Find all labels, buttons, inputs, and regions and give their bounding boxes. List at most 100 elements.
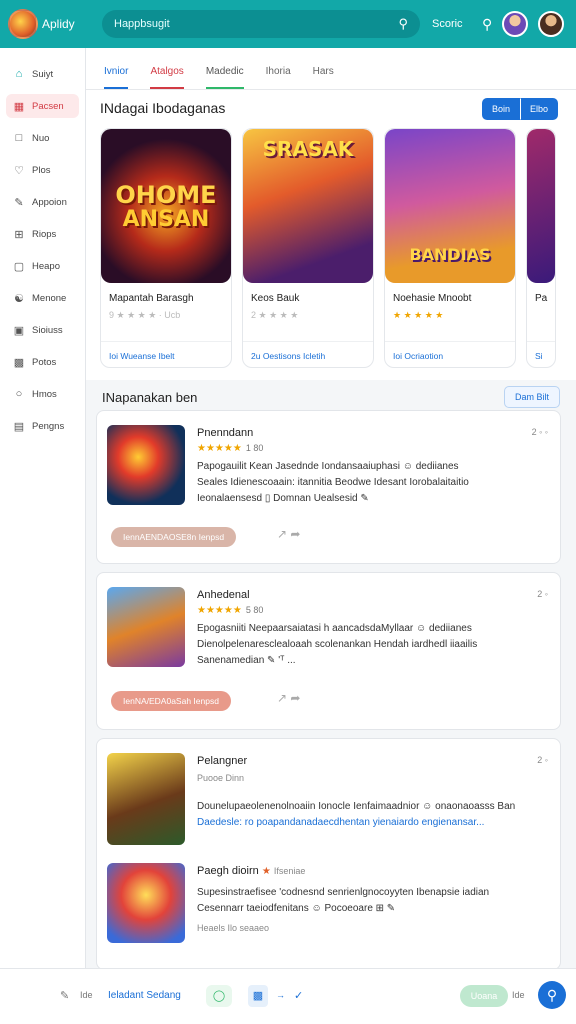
sidebar-item[interactable]: ⊞ Riops [6,222,79,246]
view-toggle: Boin Elbo [481,98,558,120]
review-thumbnail[interactable] [107,753,185,845]
review-line: Dounelupaeolenenolnoaiin Ionocle Ienfaim… [197,801,516,812]
sidebar-item-label: Pacsen [32,100,64,112]
doc-icon: ▤ [13,420,25,433]
bottom-bar: ✎ Ide Ieladant Sedang ◯ ▩ → ✓ Uoana Ide … [0,968,576,1024]
sidebar-item[interactable]: ▤ Pengns [6,414,79,438]
art-title-top: OHOME [115,181,217,209]
search-bar[interactable]: ⚲ [102,10,420,38]
review-line: Cesennarr taeiodfenitans ☺ Pocoeoare ⊞ ✎ [197,903,396,914]
card-footer[interactable]: Ioi Ocriaotion [385,341,515,367]
sidebar-item[interactable]: ▣ Sioiuss [6,318,79,342]
app-logo[interactable] [8,9,38,39]
search-icon[interactable]: ⚲ [482,16,492,33]
tab-4[interactable]: Hars [313,66,334,89]
review-name: Paegh dioirn ★ Ifseniae [197,865,305,877]
sidebar-item[interactable]: ✎ Appoion [6,190,79,214]
avatar[interactable] [538,11,565,37]
more-icon[interactable]: 2 ◦ [537,589,548,599]
review-subtitle: Puooe Dinn [197,773,245,783]
compose-button[interactable]: ⚲ [538,981,566,1009]
game-card[interactable]: SRASAK Keos Bauk 2 ★ ★ ★ ★ 2u Oestisons … [242,128,374,368]
card-footer[interactable]: 2u Oestisons Icletih [243,341,373,367]
game-card[interactable]: BANDIAS Noehasie Mnoobt ★ ★ ★ ★ ★ Ioi Oc… [384,128,516,368]
search-input[interactable] [114,18,399,30]
card-title: Pa [535,293,548,304]
sidebar-item-label: Riops [32,228,57,240]
review-card: Anhedenal 2 ◦ ★★★★★ 5 80 Epogasniiti Neep… [96,572,561,730]
card-footer[interactable]: Ioi Wueanse Ibelt [101,341,231,367]
more-icon[interactable]: 2 ◦ ◦ [532,427,548,437]
sidebar-item[interactable]: ☯ Menone [6,286,79,310]
sidebar: ⌂ Suiyt ▦ Pacsen □ Nuo ♡ Plos ✎ Appoion ⊞ Riop… [0,48,86,968]
card-row: OHOME ANSAN Mapantah Barasgh 9 ★ ★ ★ ★ ·… [100,128,576,368]
art-title-bottom: ANSAN [122,207,210,232]
art-title-bottom: BANDIAS [409,245,491,264]
sidebar-item-home[interactable]: ⌂ Suiyt [6,62,79,86]
tab-0[interactable]: Ivnior [104,66,129,89]
sidebar-item[interactable]: ○ Hmos [6,382,79,406]
square-icon: □ [15,132,23,144]
card-footer[interactable]: Si [527,341,555,367]
review-line: Seales Idienescoaain: itannitia Beodwe I… [197,477,469,488]
image-icon: ▩ [13,356,25,369]
review-link[interactable]: Daedesle: ro poapandanadaecdhentan yiena… [197,815,537,831]
review-thumbnail[interactable] [107,425,185,505]
edit-label[interactable]: Ide [80,990,93,1000]
chat-icon: ▢ [13,260,25,273]
badge-icon: ★ [261,866,271,877]
search-icon[interactable]: ⚲ [398,16,408,32]
tab-2[interactable]: Madedic [205,66,244,89]
edit-icon[interactable]: ✎ [60,989,69,1002]
sidebar-item[interactable]: □ Nuo [6,126,79,150]
sidebar-item[interactable]: ▢ Heapo [6,254,79,278]
card-rating-stars: ★ ★ ★ ★ ★ [393,310,444,320]
image-icon[interactable]: ▩ [248,985,268,1007]
review-line: Ieonalaensesd ▯ Domnan Uealsesid ✎ [197,493,369,504]
avatar[interactable] [502,11,529,37]
sidebar-item[interactable]: ♡ Plos [6,158,79,182]
tab-3[interactable]: Ihoria [266,66,291,89]
status-pill[interactable]: Uoana [460,985,508,1007]
tag-icon: ♡ [14,164,24,177]
arrow-icon[interactable]: → [276,990,285,1000]
more-icon[interactable]: 2 ◦ [537,755,548,765]
review-line: Papogauilit Kean Jasednde Iondansaaiupha… [197,461,459,472]
game-card[interactable]: OHOME ANSAN Mapantah Barasgh 9 ★ ★ ★ ★ ·… [100,128,232,368]
share-icon[interactable]: ↗ ➦ [277,691,300,705]
users-icon: ☯ [14,292,24,305]
card-title: Mapantah Barasgh [109,293,194,304]
action-pill[interactable]: IenNA/EDA0aSah Ienpsd [111,691,231,711]
sidebar-item-label: Sioiuss [32,324,63,336]
game-art: SRASAK [243,129,373,283]
circle-icon: ○ [15,388,23,400]
share-icon[interactable]: ↗ ➦ [277,527,300,541]
reviews-button[interactable]: Dam Bilt [503,386,560,408]
bottom-center-label[interactable]: Ieladant Sedang [108,990,181,1001]
edit-icon: ✎ [14,196,24,209]
chat-icon[interactable]: ◯ [206,985,232,1007]
toggle-right-button[interactable]: Elbo [519,98,558,120]
sidebar-item[interactable]: ▩ Potos [6,350,79,374]
side-label[interactable]: Ide [512,990,525,1000]
action-pill[interactable]: IennAENDAOSE8n Ienpsd [111,527,237,547]
tab-1[interactable]: Atalgos [150,66,184,89]
review-name-text: Paegh dioirn [197,865,259,877]
review-line: Supesinstraefisee 'codnesnd senrienlgnoc… [197,887,490,898]
bookmark-icon: ▦ [13,100,25,113]
check-icon[interactable]: ✓ [294,989,303,1002]
top-header: Aplidy ⚲ Scoric ⚲ [0,0,576,48]
review-thumbnail[interactable] [107,863,185,943]
game-card[interactable]: Pa Si [526,128,556,368]
main-content: Ivnior Atalgos Madedic Ihoria Hars INdag… [86,48,576,968]
sidebar-item-label: Hmos [32,388,57,400]
stars-icon: ★★★★★ [197,443,242,454]
review-thumbnail[interactable] [107,587,185,667]
sidebar-item-active[interactable]: ▦ Pacsen [6,94,79,118]
review-stars: ★★★★★ 5 80 [197,605,263,616]
card-rating: 2 ★ ★ ★ ★ [251,310,299,320]
box-icon: ▣ [13,324,25,337]
toggle-left-button[interactable]: Boin [481,98,520,120]
header-link[interactable]: Scoric [432,18,476,30]
review-count: 5 80 [245,605,264,615]
